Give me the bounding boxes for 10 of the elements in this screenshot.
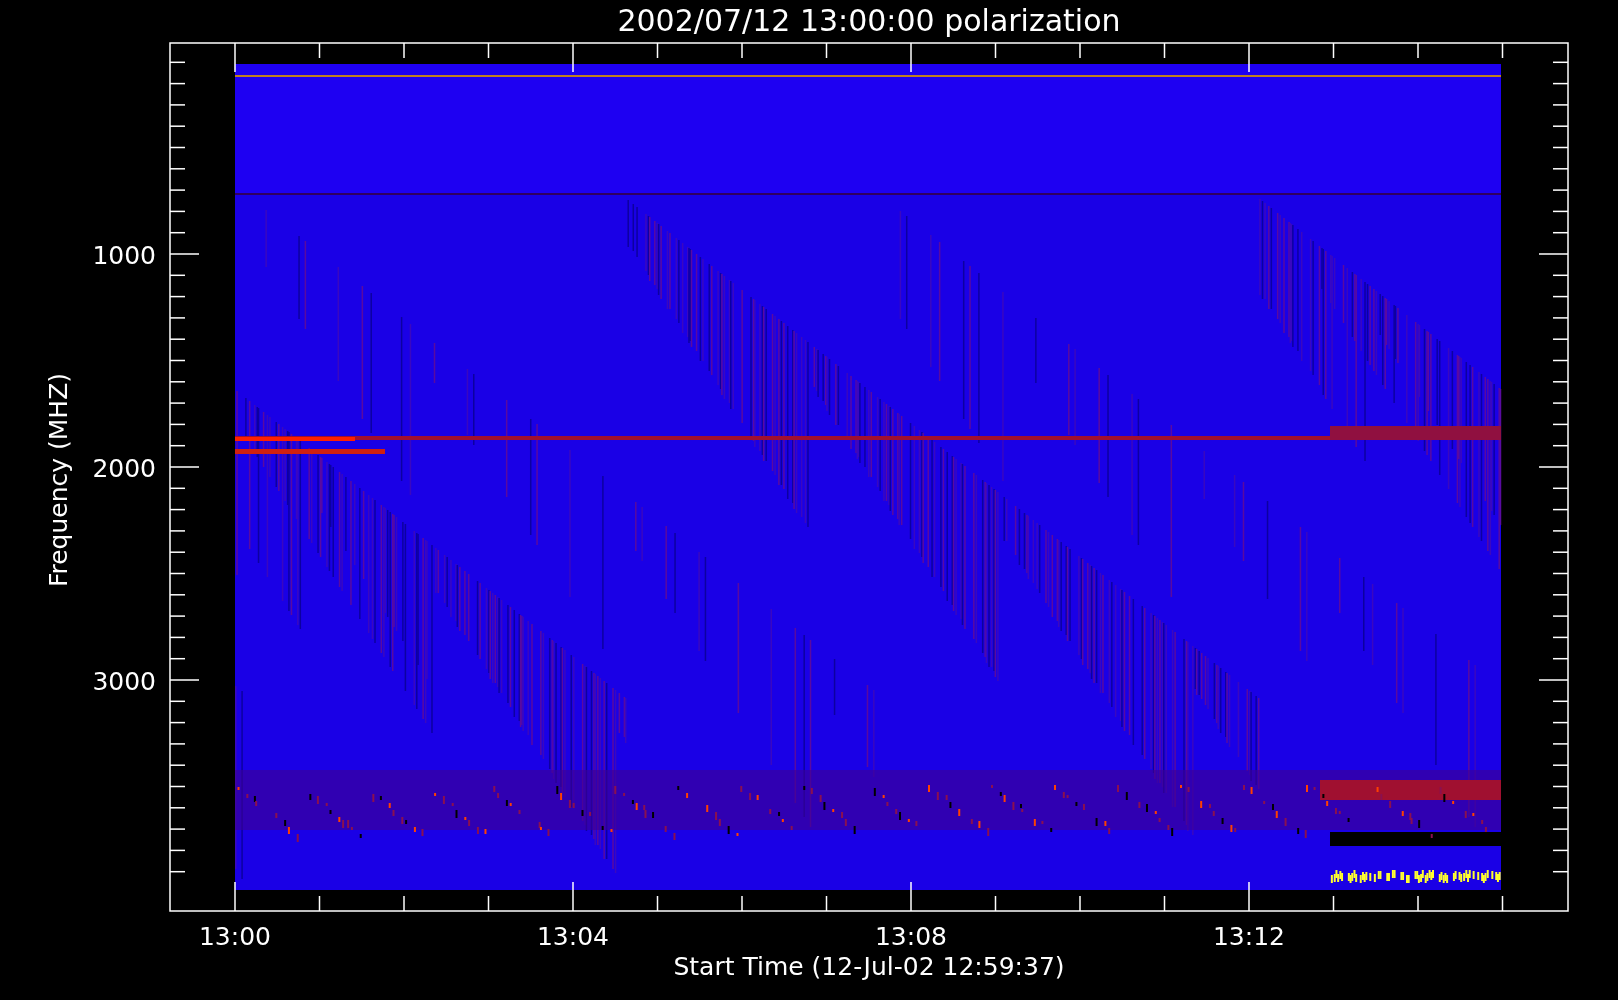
- x-axis-title: Start Time (12-Jul-02 12:59:37): [673, 952, 1065, 981]
- y-axis-title: Frequency (MHZ): [44, 372, 73, 588]
- x-tick-label: 13:00: [199, 922, 271, 951]
- chart-title: 2002/07/12 13:00:00 polarization: [617, 3, 1121, 38]
- x-tick-label: 13:08: [875, 922, 947, 951]
- y-tick-label: 3000: [92, 667, 156, 696]
- x-tick-label: 13:12: [1213, 922, 1285, 951]
- y-tick-label: 1000: [92, 241, 156, 270]
- y-tick-label: 2000: [92, 454, 156, 483]
- x-tick-label: 13:04: [537, 922, 609, 951]
